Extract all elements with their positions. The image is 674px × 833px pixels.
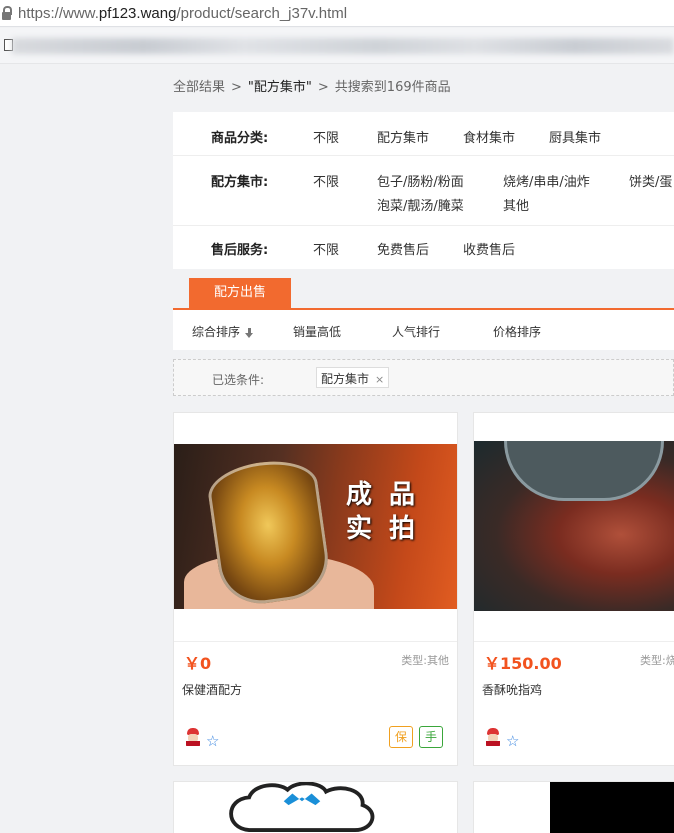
filter-option[interactable]: 包子/肠粉/粉面 (377, 171, 464, 190)
sort-arrow-down-icon (245, 327, 254, 338)
breadcrumb-root[interactable]: 全部结果 (173, 80, 225, 95)
breadcrumb-separator: > (231, 80, 242, 95)
url-prefix: https://www. (18, 4, 99, 22)
chip-label: 配方集市 (321, 372, 370, 386)
filter-option[interactable]: 其他 (503, 195, 529, 214)
product-type: 类型:烧 (640, 654, 674, 667)
result-count: 共搜索到169件商品 (334, 80, 451, 95)
filter-option[interactable]: 烧烤/串串/油炸 (503, 171, 590, 190)
tab-recipe-sale[interactable]: 配方出售 (189, 278, 291, 308)
image-caption-line: 成 品 (346, 480, 420, 510)
filter-option[interactable]: 厨具集市 (549, 127, 601, 146)
sort-bar: 综合排序 销量高低 人气排行 价格排序 (173, 310, 674, 350)
handmade-badge: 手 (419, 726, 443, 748)
star-icon[interactable]: ☆ (506, 734, 519, 749)
filter-option[interactable]: 不限 (313, 171, 339, 190)
selected-conditions: 已选条件: 配方集市 × (173, 359, 674, 396)
filter-label: 配方集市: (211, 175, 269, 190)
product-image[interactable] (550, 782, 674, 833)
filter-label: 售后服务: (211, 243, 269, 258)
filter-option[interactable]: 收费售后 (463, 239, 515, 258)
filter-label: 商品分类: (211, 131, 269, 146)
sort-sales[interactable]: 销量高低 (293, 323, 341, 340)
filter-option[interactable]: 免费售后 (377, 239, 429, 258)
filter-option[interactable]: 食材集市 (463, 127, 515, 146)
selected-label: 已选条件: (212, 373, 265, 387)
product-card[interactable]: 成 品实 拍 ￥0 类型:其他 保健酒配方 ☆ 保 手 (173, 412, 458, 766)
url-host: pf123.wang (98, 4, 177, 22)
sort-popularity[interactable]: 人气排行 (392, 323, 440, 340)
address-bar[interactable]: https://www.pf123.wang/product/search_j3… (0, 0, 674, 27)
breadcrumb-separator: > (317, 80, 329, 95)
product-card[interactable] (473, 781, 674, 833)
guarantee-badge: 保 (389, 726, 413, 748)
product-image[interactable] (474, 441, 674, 611)
sort-price[interactable]: 价格排序 (493, 323, 541, 340)
product-price: ￥150.00 (484, 654, 562, 673)
tab-bar: 配方出售 (173, 278, 674, 310)
filter-row-market: 配方集市: 不限 包子/肠粉/粉面 烧烤/串串/油炸 饼类/蛋 泡菜/靓汤/腌菜… (173, 156, 674, 226)
filter-option[interactable]: 配方集市 (377, 127, 429, 146)
avatar-icon[interactable] (484, 728, 502, 746)
product-card[interactable]: ￥150.00 类型:烧 香酥吮指鸡 ☆ (473, 412, 674, 766)
bowl-shape (504, 441, 664, 501)
breadcrumb-current: "配方集市" (247, 80, 312, 95)
product-title[interactable]: 保健酒配方 (182, 681, 242, 698)
close-icon[interactable]: × (375, 373, 384, 386)
product-title[interactable]: 香酥吮指鸡 (482, 681, 542, 698)
filter-row-category: 商品分类: 不限 配方集市 食材集市 厨具集市 (173, 112, 674, 156)
filter-option[interactable]: 不限 (313, 239, 339, 258)
star-icon[interactable]: ☆ (206, 734, 219, 749)
product-image[interactable]: 成 品实 拍 (174, 444, 457, 609)
image-caption: 成 品实 拍 (346, 478, 419, 546)
bookmarks-bar (0, 28, 674, 64)
filter-row-service: 售后服务: 不限 免费售后 收费售后 (173, 226, 674, 269)
product-card[interactable] (173, 781, 458, 833)
condition-chip[interactable]: 配方集市 × (316, 367, 390, 388)
url-text[interactable]: https://www.pf123.wang/product/search_j3… (18, 5, 347, 22)
lock-icon (0, 0, 18, 27)
breadcrumb: 全部结果 > "配方集市" > 共搜索到169件商品 (173, 76, 451, 95)
filter-option[interactable]: 泡菜/靓汤/腌菜 (377, 195, 464, 214)
divider (474, 641, 674, 642)
url-path: /product/search_j37v.html (176, 4, 348, 22)
filter-panel: 商品分类: 不限 配方集市 食材集市 厨具集市 配方集市: 不限 包子/肠粉/粉… (173, 112, 674, 269)
chef-hat-logo (229, 782, 375, 832)
image-caption-line: 实 拍 (346, 514, 420, 544)
filter-option[interactable]: 饼类/蛋 (629, 171, 672, 190)
sort-default[interactable]: 综合排序 (192, 323, 254, 340)
avatar-icon[interactable] (184, 728, 202, 746)
sort-label: 综合排序 (192, 325, 241, 339)
product-price: ￥0 (184, 654, 212, 673)
blurred-bookmarks (12, 38, 674, 54)
filter-option[interactable]: 不限 (313, 127, 339, 146)
product-type: 类型:其他 (401, 654, 449, 667)
divider (174, 641, 457, 642)
